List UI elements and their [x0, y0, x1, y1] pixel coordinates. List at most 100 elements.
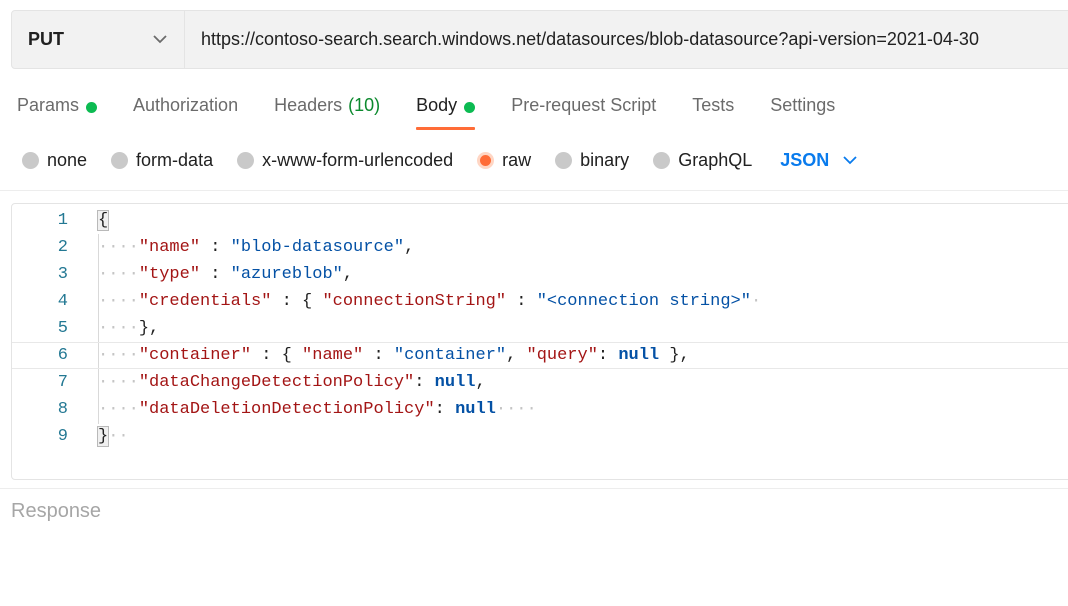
line-number: 7 — [57, 373, 68, 392]
format-label: JSON — [780, 149, 830, 170]
code-line: 4 ····"credentials" : { "connectionStrin… — [12, 288, 1068, 315]
radio-none[interactable]: none — [22, 150, 87, 171]
code-line-current: 6 ····"container" : { "name" : "containe… — [12, 342, 1068, 369]
json-punct: }, — [659, 346, 690, 365]
open-brace: { — [96, 210, 110, 231]
line-content: ····"type" : "azureblob", — [98, 265, 354, 284]
json-punct: { — [281, 346, 303, 365]
radio-graphql[interactable]: GraphQL — [653, 150, 752, 171]
json-value: null — [455, 400, 496, 419]
json-key: "container" — [138, 346, 252, 365]
code-line: 2 ····"name" : "blob-datasource", — [12, 234, 1068, 261]
json-value: null — [434, 373, 476, 392]
tab-body[interactable]: Body — [416, 92, 476, 130]
code-line: 1 { — [12, 207, 1068, 234]
json-separator: : — [271, 292, 303, 311]
json-key: "credentials" — [138, 292, 272, 311]
json-punct: , — [506, 346, 527, 365]
json-key: "type" — [138, 265, 201, 284]
method-select[interactable]: PUT — [12, 11, 185, 68]
json-separator: : — [434, 400, 456, 419]
json-value: "container" — [393, 346, 507, 365]
radio-raw[interactable]: raw — [477, 150, 531, 171]
json-key: "connectionString" — [322, 292, 507, 311]
close-brace: } — [96, 426, 110, 447]
tab-label: Pre-request Script — [511, 95, 657, 115]
line-number: 9 — [57, 427, 68, 446]
line-content: { — [96, 207, 110, 234]
radio-label: form-data — [136, 149, 214, 170]
json-value: "<connection string>" — [536, 292, 751, 311]
json-key: "dataDeletionDetectionPolicy" — [138, 400, 435, 419]
line-content: ····"dataChangeDetectionPolicy": null, — [98, 373, 486, 392]
tab-label: Params — [17, 95, 80, 115]
code-line: 5 ····}, — [12, 315, 1068, 342]
code-line: 9 }·· — [12, 423, 1068, 450]
radio-label: GraphQL — [678, 149, 753, 170]
tab-tests[interactable]: Tests — [692, 92, 734, 130]
json-punct: { — [302, 292, 323, 311]
json-separator: : — [414, 373, 435, 392]
radio-urlencoded[interactable]: x-www-form-urlencoded — [237, 150, 453, 171]
divider — [0, 190, 1068, 191]
json-separator: : — [506, 292, 537, 311]
json-separator: : — [200, 265, 231, 284]
json-key: "name" — [138, 238, 201, 257]
radio-label: raw — [502, 149, 532, 170]
radio-binary[interactable]: binary — [555, 150, 629, 171]
json-value: null — [618, 346, 660, 365]
status-dot-icon — [464, 102, 476, 113]
tab-label: Authorization — [133, 95, 239, 115]
tab-settings[interactable]: Settings — [770, 92, 835, 130]
chevron-down-icon — [843, 155, 857, 164]
json-separator: : — [251, 346, 282, 365]
code-line: 3 ····"type" : "azureblob", — [12, 261, 1068, 288]
line-number: 1 — [57, 211, 68, 230]
format-select[interactable]: JSON — [780, 150, 857, 171]
radio-label: binary — [580, 149, 630, 170]
request-url-bar: PUT https://contoso-search.search.window… — [11, 10, 1068, 69]
radio-form-data[interactable]: form-data — [111, 150, 213, 171]
line-content: ····"credentials" : { "connectionString"… — [98, 292, 762, 311]
radio-label: x-www-form-urlencoded — [262, 149, 454, 170]
request-tabs: Params Authorization Headers (10) Body P… — [17, 92, 871, 132]
tab-params[interactable]: Params — [17, 92, 98, 130]
response-section-label: Response — [11, 500, 102, 522]
json-value: "blob-datasource" — [230, 238, 405, 257]
radio-label: none — [47, 149, 88, 170]
tab-pre-request-script[interactable]: Pre-request Script — [511, 92, 656, 130]
line-content: }·· — [96, 426, 129, 447]
line-number: 5 — [57, 319, 68, 338]
tab-label: Tests — [692, 95, 735, 115]
status-dot-icon — [86, 102, 98, 113]
line-number: 3 — [57, 265, 68, 284]
tab-authorization[interactable]: Authorization — [133, 92, 238, 130]
chevron-down-icon — [153, 35, 167, 44]
radio-selected-icon — [477, 151, 495, 169]
radio-circle-icon — [237, 151, 255, 169]
divider — [0, 488, 1068, 489]
tab-headers[interactable]: Headers (10) — [274, 92, 380, 130]
radio-circle-icon — [22, 151, 39, 169]
json-key: "dataChangeDetectionPolicy" — [138, 373, 415, 392]
headers-count-badge: (10) — [348, 95, 381, 115]
code-line: 8 ····"dataDeletionDetectionPolicy": nul… — [12, 396, 1068, 423]
radio-circle-icon — [555, 151, 573, 169]
line-number: 6 — [57, 346, 68, 365]
code-editor[interactable]: 1 { 2 ····"name" : "blob-datasource", 3 … — [11, 203, 1068, 480]
url-input[interactable]: https://contoso-search.search.windows.ne… — [185, 29, 979, 50]
json-punct: }, — [138, 319, 160, 338]
json-punct: , — [342, 265, 354, 284]
json-key: "name" — [302, 346, 364, 365]
json-key: "query" — [526, 346, 598, 365]
line-content: ····"container" : { "name" : "container"… — [98, 346, 690, 365]
method-label: PUT — [28, 29, 64, 49]
line-content: ····}, — [98, 319, 160, 338]
radio-circle-icon — [111, 151, 129, 169]
radio-circle-icon — [653, 151, 671, 169]
line-number: 2 — [57, 238, 68, 257]
body-type-options: none form-data x-www-form-urlencoded raw… — [22, 146, 857, 174]
line-content: ····"dataDeletionDetectionPolicy": null·… — [98, 400, 537, 419]
json-value: "azureblob" — [230, 265, 343, 284]
json-punct: , — [475, 373, 486, 392]
